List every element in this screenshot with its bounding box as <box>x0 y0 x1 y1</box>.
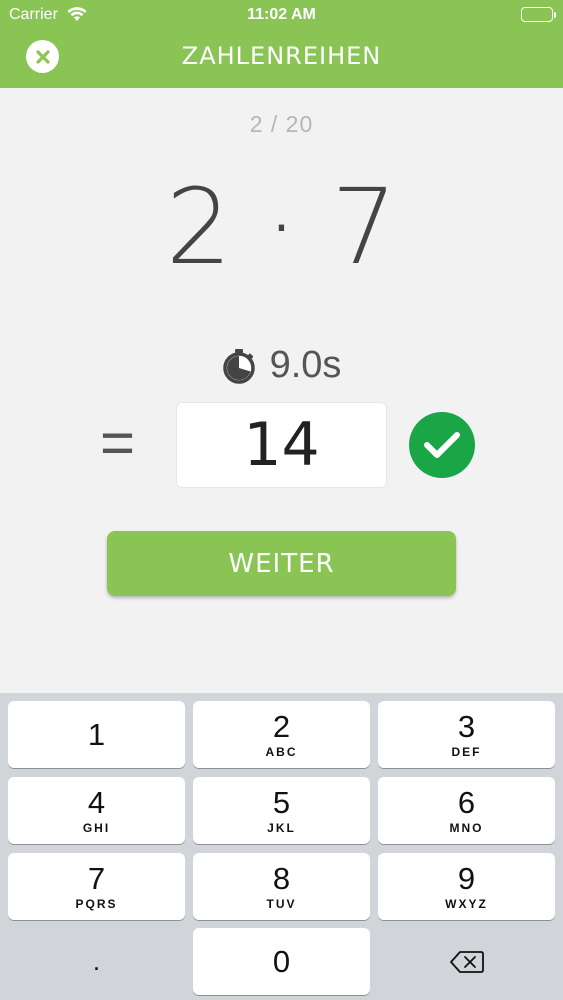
stopwatch-icon <box>222 348 255 384</box>
top-bar: Carrier 11:02 AM ZAHLENREIHEN <box>0 0 563 88</box>
key-0[interactable]: 0 <box>193 928 370 995</box>
key-4[interactable]: 4 GHI <box>8 777 185 844</box>
key-6[interactable]: 6 MNO <box>378 777 555 844</box>
timer: 9.0s <box>0 344 563 387</box>
page-title: ZAHLENREIHEN <box>181 42 382 70</box>
key-3[interactable]: 3 DEF <box>378 701 555 768</box>
key-8[interactable]: 8 TUV <box>193 853 370 920</box>
backspace-icon <box>449 950 484 973</box>
checkmark-icon <box>424 432 460 458</box>
timer-value: 9.0s <box>269 344 342 386</box>
numeric-keypad: 1 2 ABC 3 DEF 4 GHI 5 JKL 6 MNO 7 PQRS 8… <box>0 693 563 1000</box>
backspace-key[interactable] <box>378 928 555 995</box>
key-5[interactable]: 5 JKL <box>193 777 370 844</box>
answer-input[interactable]: 14 <box>176 402 387 488</box>
key-decimal[interactable]: . <box>8 928 185 995</box>
battery-icon <box>521 7 553 22</box>
math-question: 2 · 7 <box>165 166 398 288</box>
key-9[interactable]: 9 WXYZ <box>378 853 555 920</box>
correct-badge <box>409 412 475 478</box>
status-bar: Carrier 11:02 AM <box>0 0 563 30</box>
key-1[interactable]: 1 <box>8 701 185 768</box>
key-7[interactable]: 7 PQRS <box>8 853 185 920</box>
status-time: 11:02 AM <box>247 6 316 23</box>
equals-sign: = <box>100 409 136 476</box>
progress-counter: 2 / 20 <box>249 111 314 137</box>
key-2[interactable]: 2 ABC <box>193 701 370 768</box>
next-button[interactable]: WEITER <box>107 531 456 596</box>
